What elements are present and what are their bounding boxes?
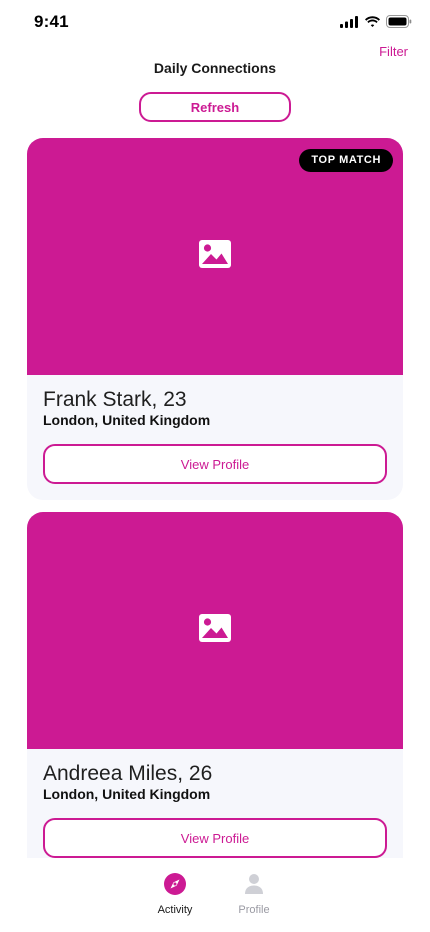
compass-icon xyxy=(163,872,187,896)
wifi-icon xyxy=(364,15,381,28)
person-icon xyxy=(242,872,266,896)
status-bar: 9:41 xyxy=(0,0,430,44)
filter-button[interactable]: Filter xyxy=(379,44,408,59)
image-placeholder-icon xyxy=(198,613,232,648)
tab-profile-label: Profile xyxy=(238,904,270,916)
profile-card[interactable]: Andreea Miles, 26 London, United Kingdom… xyxy=(27,512,403,858)
tab-activity[interactable]: Activity xyxy=(135,872,215,916)
profile-location: London, United Kingdom xyxy=(43,786,211,802)
tab-profile[interactable]: Profile xyxy=(214,872,294,916)
profile-photo: TOP MATCH xyxy=(27,138,403,375)
battery-icon xyxy=(386,15,412,28)
tab-activity-label: Activity xyxy=(157,904,193,916)
page-title: Daily Connections xyxy=(153,60,277,76)
status-time: 9:41 xyxy=(34,12,69,31)
view-profile-button[interactable]: View Profile xyxy=(43,818,387,858)
connections-feed[interactable]: TOP MATCH Frank Stark, 23 London, United… xyxy=(0,138,430,858)
status-icons xyxy=(340,15,412,28)
view-profile-button[interactable]: View Profile xyxy=(43,444,387,484)
top-match-badge: TOP MATCH xyxy=(299,149,393,172)
cellular-signal-icon xyxy=(340,15,359,28)
profile-photo xyxy=(27,512,403,749)
profile-location: London, United Kingdom xyxy=(43,412,211,428)
image-placeholder-icon xyxy=(198,239,232,274)
profile-card[interactable]: TOP MATCH Frank Stark, 23 London, United… xyxy=(27,138,403,500)
refresh-button[interactable]: Refresh xyxy=(139,92,291,122)
profile-name: Andreea Miles, 26 xyxy=(43,762,213,785)
header: Filter Daily Connections Refresh xyxy=(0,44,430,124)
profile-name: Frank Stark, 23 xyxy=(43,388,187,411)
tab-bar: Activity Profile xyxy=(0,858,430,932)
